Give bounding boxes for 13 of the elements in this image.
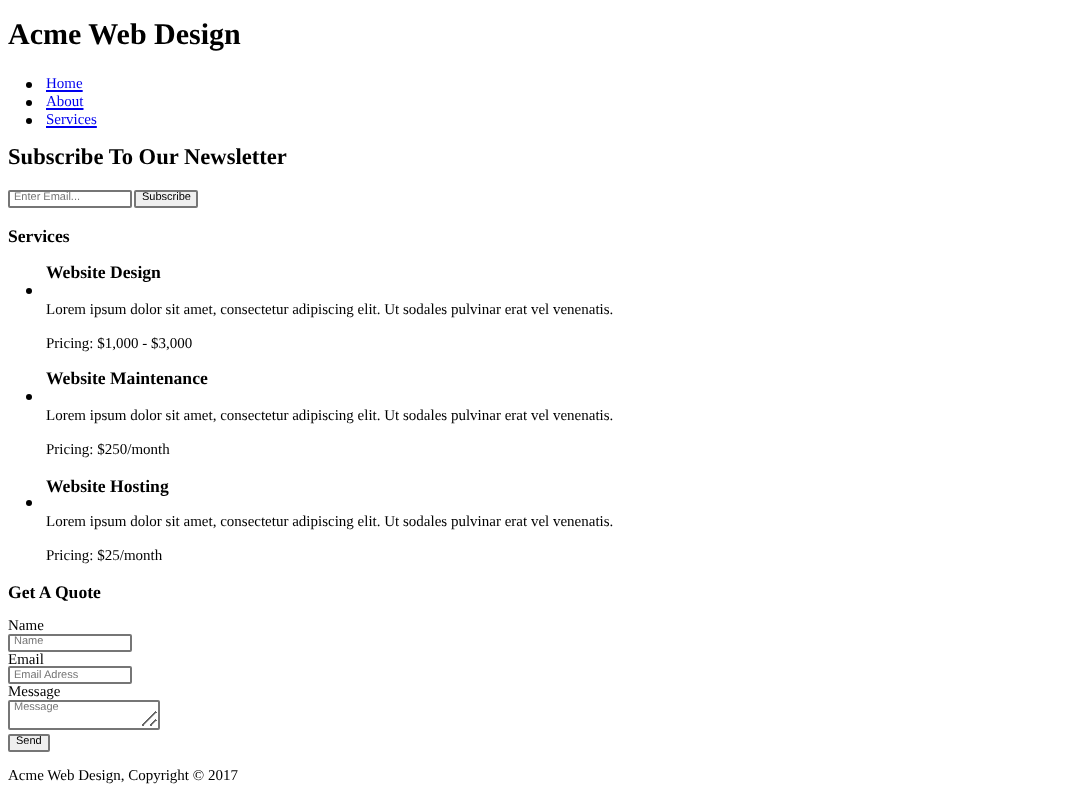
- bullet-icon: [26, 287, 32, 294]
- section-heading: Subscribe To Our Newsletter: [8, 146, 289, 171]
- bullet-icon: [26, 117, 32, 123]
- bullet-icon: [26, 99, 32, 105]
- service-title: Website Design: [46, 262, 163, 283]
- bullet-icon: [26, 500, 32, 507]
- section-heading: Services: [8, 225, 72, 246]
- service-title: Website Maintenance: [46, 368, 210, 389]
- site-title: Acme Web Design: [8, 20, 243, 54]
- section-heading: Get A Quote: [8, 581, 103, 602]
- bullet-icon: [26, 393, 32, 400]
- bullet-icon: [26, 81, 32, 87]
- service-title: Website Hosting: [46, 475, 171, 496]
